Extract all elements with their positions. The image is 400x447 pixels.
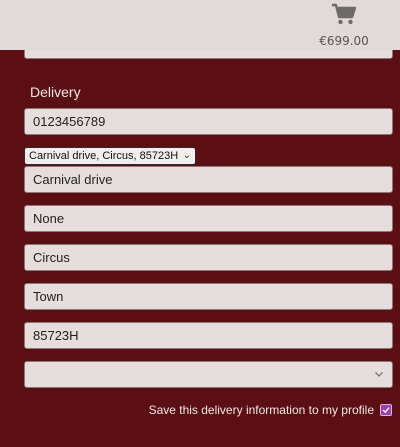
postcode-field[interactable]: 85723H: [24, 322, 393, 349]
delivery-heading: Delivery: [30, 84, 81, 100]
country-select[interactable]: [24, 361, 393, 388]
save-info-checkbox[interactable]: [380, 404, 392, 416]
header-bar: €699.00: [0, 0, 400, 50]
cart-total: €699.00: [319, 34, 369, 48]
county-field[interactable]: Town: [24, 283, 393, 310]
save-info-label: Save this delivery information to my pro…: [148, 403, 374, 417]
cart-icon: [332, 3, 357, 25]
cart-link[interactable]: €699.00: [318, 2, 370, 48]
street-address2-field[interactable]: None: [24, 205, 393, 232]
street-address1-field[interactable]: Carnival drive: [24, 166, 393, 193]
town-or-city-field[interactable]: Circus: [24, 244, 393, 271]
checkmark-icon: [382, 407, 390, 414]
saved-address-select[interactable]: Carnival drive, Circus, 85723H ⌄: [24, 147, 196, 165]
chevron-down-icon: [375, 372, 383, 377]
chevron-down-icon: ⌄: [182, 150, 191, 161]
saved-address-value: Carnival drive, Circus, 85723H: [29, 150, 179, 162]
phone-field[interactable]: 0123456789: [24, 108, 393, 135]
save-info-row: Save this delivery information to my pro…: [149, 403, 392, 417]
